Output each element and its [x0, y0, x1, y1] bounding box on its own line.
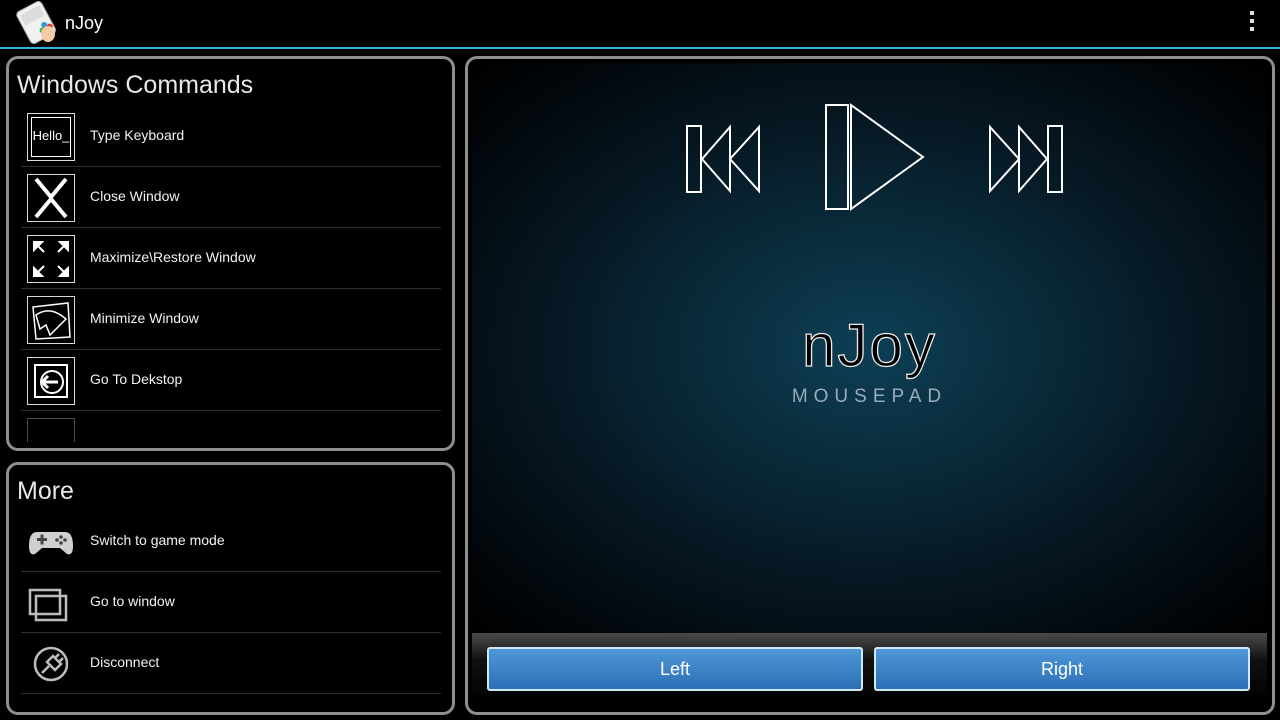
app-logo-icon	[14, 0, 60, 45]
list-item-label: Go to window	[90, 593, 175, 609]
list-item-label: Type Keyboard	[90, 127, 185, 143]
more-title: More	[17, 477, 74, 505]
left-click-button[interactable]: Left	[487, 647, 863, 691]
list-item-go-to-window[interactable]: Go to window	[21, 572, 441, 633]
windows-commands-title: Windows Commands	[17, 71, 254, 99]
hello-icon-text: Hello_	[31, 117, 71, 157]
gamepad-icon	[27, 518, 75, 566]
mousepad-logo-subtitle: MOUSEPAD	[791, 386, 948, 407]
list-item-disconnect[interactable]: Disconnect	[21, 633, 441, 694]
list-item-partial[interactable]	[21, 411, 441, 442]
list-item-go-to-desktop[interactable]: Go To Dekstop	[21, 350, 441, 411]
mousepad-panel: nJoy MOUSEPAD Left Right	[465, 56, 1275, 715]
list-item-label: Disconnect	[90, 654, 160, 670]
list-item-label: Go To Dekstop	[90, 371, 183, 387]
list-item-label: Minimize Window	[90, 310, 199, 326]
previous-track-icon[interactable]	[686, 123, 762, 200]
partial-command-icon	[27, 418, 75, 442]
close-window-icon	[27, 174, 75, 222]
mousepad-area[interactable]: nJoy MOUSEPAD	[472, 63, 1267, 633]
mousepad-logo-title: nJoy	[801, 311, 937, 379]
next-track-icon[interactable]	[988, 123, 1064, 200]
windows-commands-panel: Windows Commands Hello_ Type Keyboard Cl…	[6, 56, 455, 451]
play-icon[interactable]	[825, 103, 925, 216]
list-item-minimize-window[interactable]: Minimize Window	[21, 289, 441, 350]
more-panel: More Switch to game mode Go to window Di…	[6, 462, 455, 715]
minimize-icon	[27, 296, 75, 344]
maximize-icon	[27, 235, 75, 283]
mouse-button-bar: Left Right	[472, 633, 1267, 701]
list-item-label: Close Window	[90, 188, 180, 204]
list-item-label: Maximize\Restore Window	[90, 249, 256, 265]
overflow-menu-icon[interactable]	[1246, 11, 1258, 35]
desktop-arrow-icon	[27, 357, 75, 405]
list-item-close-window[interactable]: Close Window	[21, 167, 441, 228]
action-bar: nJoy	[0, 0, 1280, 49]
app-title: nJoy	[65, 13, 104, 33]
list-item-switch-game-mode[interactable]: Switch to game mode	[21, 511, 441, 572]
list-item-type-keyboard[interactable]: Hello_ Type Keyboard	[21, 106, 441, 167]
list-item-label: Switch to game mode	[90, 532, 225, 548]
windows-stack-icon	[27, 579, 75, 627]
plug-icon	[27, 640, 75, 688]
windows-commands-list[interactable]: Hello_ Type Keyboard Close Window Maximi…	[21, 106, 441, 442]
keyboard-hello-icon: Hello_	[27, 113, 75, 161]
more-list: Switch to game mode Go to window Disconn…	[21, 511, 441, 694]
right-click-button[interactable]: Right	[874, 647, 1250, 691]
list-item-maximize-window[interactable]: Maximize\Restore Window	[21, 228, 441, 289]
